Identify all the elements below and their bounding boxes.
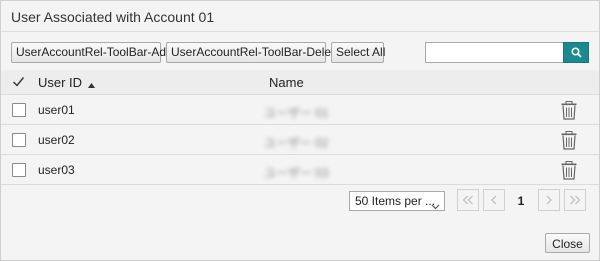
- row-checkbox[interactable]: [12, 103, 26, 117]
- last-page-button[interactable]: [564, 189, 586, 211]
- double-chevron-right-icon: [570, 195, 581, 205]
- previous-page-button[interactable]: [483, 189, 505, 211]
- items-per-page-value: 50 Items per ...: [355, 194, 436, 208]
- current-page-number: 1: [517, 194, 525, 208]
- chevron-left-icon: [491, 195, 497, 205]
- user-name-cell: ユーザー 02: [264, 136, 329, 150]
- row-checkbox[interactable]: [12, 163, 26, 177]
- trash-icon[interactable]: [561, 101, 577, 123]
- close-button[interactable]: Close: [545, 233, 590, 253]
- sort-ascending-icon[interactable]: [88, 78, 95, 92]
- user-id-cell: user02: [38, 133, 75, 147]
- title-divider: [1, 31, 599, 32]
- select-all-checkmark-icon[interactable]: [12, 75, 25, 91]
- search-icon: [570, 47, 582, 58]
- user-id-cell: user03: [38, 163, 75, 177]
- chevron-right-icon: [546, 195, 552, 205]
- search-button[interactable]: [563, 42, 589, 63]
- dialog-title: User Associated with Account 01: [11, 9, 215, 25]
- trash-icon[interactable]: [561, 131, 577, 153]
- user-name-cell: ユーザー 01: [264, 106, 329, 120]
- double-chevron-left-icon: [462, 195, 473, 205]
- user-name-cell: ユーザー 03: [264, 166, 329, 180]
- next-page-button[interactable]: [538, 189, 560, 211]
- search-input[interactable]: [425, 42, 563, 63]
- user-id-cell: user01: [38, 103, 75, 117]
- first-page-button[interactable]: [457, 189, 479, 211]
- items-per-page-select[interactable]: 50 Items per ...: [349, 191, 445, 211]
- chevron-down-icon: [431, 197, 440, 210]
- row-checkbox[interactable]: [12, 133, 26, 147]
- select-all-button[interactable]: Select All: [331, 42, 385, 63]
- table-row[interactable]: user01 ユーザー 01: [1, 95, 599, 125]
- table-row[interactable]: user02 ユーザー 02: [1, 125, 599, 155]
- delete-button[interactable]: UserAccountRel-ToolBar-Delete: [166, 42, 341, 63]
- user-account-dialog: User Associated with Account 01 UserAcco…: [0, 0, 600, 261]
- column-header-user-id[interactable]: User ID: [38, 75, 82, 90]
- column-header-name[interactable]: Name: [269, 75, 304, 90]
- trash-icon[interactable]: [561, 161, 577, 183]
- table-row[interactable]: user03 ユーザー 03: [1, 155, 599, 185]
- table-header: User ID Name: [1, 70, 599, 95]
- add-button[interactable]: UserAccountRel-ToolBar-Add: [11, 42, 173, 63]
